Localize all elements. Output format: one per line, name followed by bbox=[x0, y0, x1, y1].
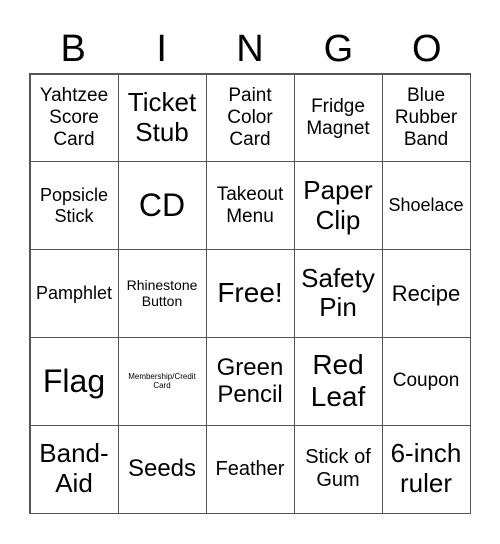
bingo-cell[interactable]: Popsicle Stick bbox=[29, 161, 119, 251]
header-letter-n: N bbox=[236, 28, 264, 70]
bingo-cell[interactable]: Green Pencil bbox=[205, 336, 295, 426]
header-letter-o: O bbox=[412, 28, 442, 70]
bingo-cell[interactable]: Paper Clip bbox=[293, 161, 383, 251]
header-letter-i: I bbox=[156, 28, 167, 70]
bingo-cell[interactable]: Blue Rubber Band bbox=[381, 73, 471, 163]
bingo-cell[interactable]: Seeds bbox=[117, 424, 207, 514]
bingo-grid: Yahtzee Score Card Ticket Stub Paint Col… bbox=[29, 73, 471, 514]
bingo-cell[interactable]: Paint Color Card bbox=[205, 73, 295, 163]
bingo-cell[interactable]: Fridge Magnet bbox=[293, 73, 383, 163]
bingo-cell[interactable]: Flag bbox=[29, 336, 119, 426]
bingo-cell[interactable]: Membership/Credit Card bbox=[117, 336, 207, 426]
bingo-cell[interactable]: Coupon bbox=[381, 336, 471, 426]
bingo-cell[interactable]: Safety Pin bbox=[293, 249, 383, 338]
bingo-cell[interactable]: 6-inch ruler bbox=[381, 424, 471, 514]
bingo-cell[interactable]: Shoelace bbox=[381, 161, 471, 251]
header-letter-g: G bbox=[323, 28, 354, 70]
bingo-cell[interactable]: Feather bbox=[205, 424, 295, 514]
bingo-cell[interactable]: Rhinestone Button bbox=[117, 249, 207, 338]
bingo-cell[interactable]: Takeout Menu bbox=[205, 161, 295, 251]
bingo-cell[interactable]: Red Leaf bbox=[293, 336, 383, 426]
bingo-cell[interactable]: CD bbox=[117, 161, 207, 251]
bingo-cell[interactable]: Recipe bbox=[381, 249, 471, 338]
free-space[interactable]: Free! bbox=[205, 249, 295, 338]
bingo-header: B I N G O bbox=[29, 26, 471, 72]
bingo-cell[interactable]: Pamphlet bbox=[29, 249, 119, 338]
bingo-cell[interactable]: Ticket Stub bbox=[117, 73, 207, 163]
bingo-cell[interactable]: Yahtzee Score Card bbox=[29, 73, 119, 163]
bingo-cell[interactable]: Band-Aid bbox=[29, 424, 119, 514]
header-letter-b: B bbox=[60, 28, 86, 70]
bingo-cell[interactable]: Stick of Gum bbox=[293, 424, 383, 514]
